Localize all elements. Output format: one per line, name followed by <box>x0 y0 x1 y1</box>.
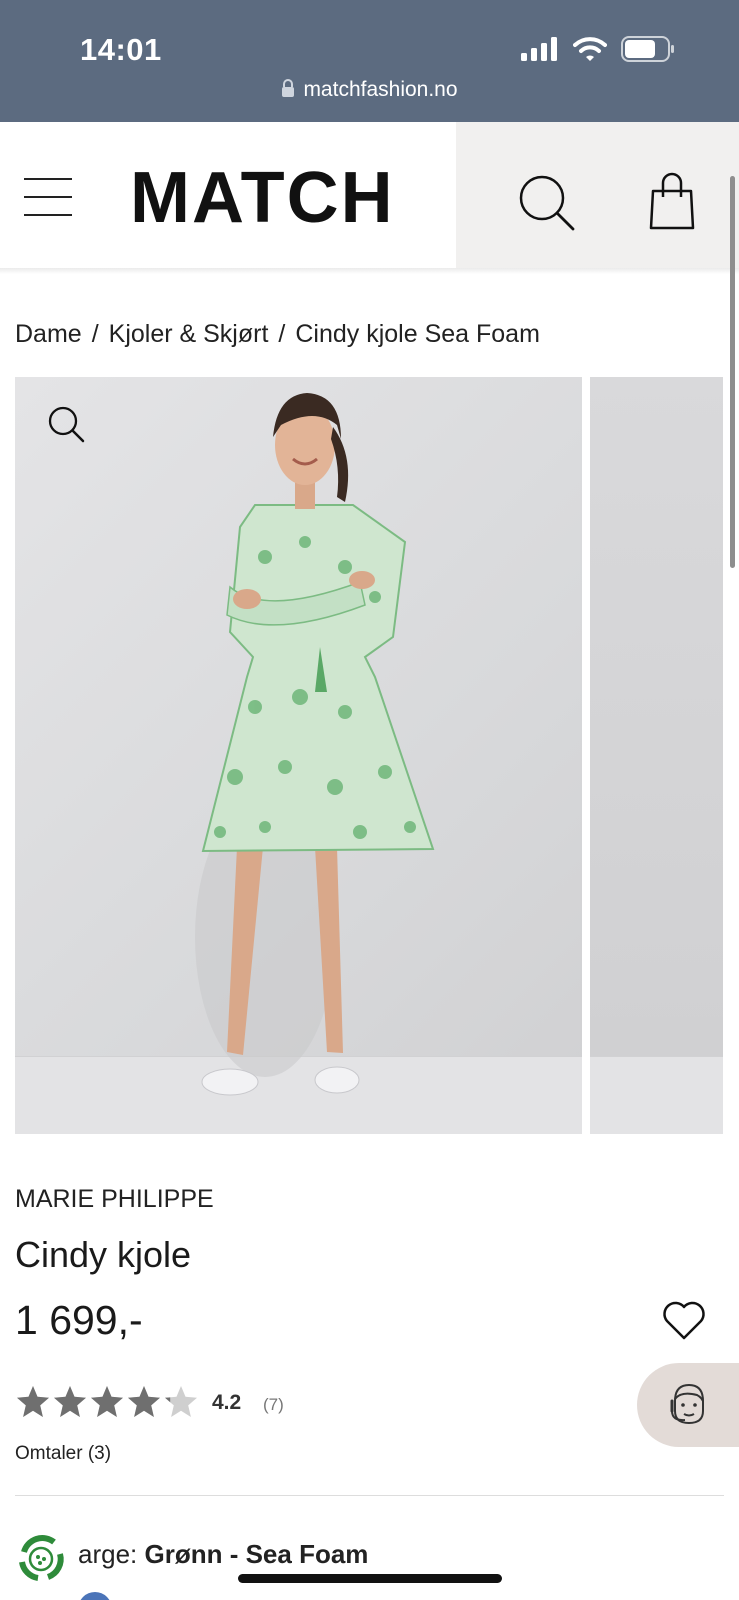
star-icon <box>17 1386 49 1417</box>
cart-button[interactable] <box>648 172 696 235</box>
url-text: matchfashion.no <box>303 78 458 101</box>
product-image-next[interactable] <box>590 377 723 1134</box>
browser-status-bar: 14:01 matchfashion.no <box>0 0 739 122</box>
zoom-icon[interactable] <box>47 405 87 445</box>
model-figure <box>195 393 435 1096</box>
product-brand[interactable]: MARIE PHILIPPE <box>15 1185 214 1214</box>
search-icon <box>519 175 575 231</box>
color-swatch[interactable] <box>78 1592 112 1600</box>
search-button[interactable] <box>518 174 576 237</box>
page-scrollbar[interactable] <box>730 176 735 568</box>
color-label: arge: <box>78 1539 138 1569</box>
image-floor <box>590 1056 723 1134</box>
breadcrumb-separator: / <box>91 320 99 348</box>
product-price: 1 699,- <box>15 1297 143 1343</box>
reviews-link[interactable]: Omtaler (3) <box>15 1443 111 1465</box>
support-agent-icon <box>670 1383 704 1425</box>
heart-icon <box>663 1301 705 1340</box>
breadcrumb-separator: / <box>278 320 286 348</box>
header-actions-area <box>456 122 739 272</box>
star-icon <box>165 1386 197 1417</box>
rating-value: 4.2 <box>212 1391 242 1414</box>
home-indicator[interactable] <box>238 1574 502 1583</box>
eco-badge[interactable] <box>14 1532 68 1586</box>
address-bar[interactable]: matchfashion.no <box>0 78 739 102</box>
color-value: Grønn - Sea Foam <box>144 1539 369 1569</box>
breadcrumb-item-category[interactable]: Kjoler & Skjørt <box>109 320 269 348</box>
site-logo[interactable]: MATCH <box>130 158 395 238</box>
section-divider <box>15 1495 724 1496</box>
breadcrumb: Dame / Kjoler & Skjørt / Cindy kjole Sea Foa… <box>15 320 540 349</box>
header-shadow <box>0 268 739 274</box>
rating-stars[interactable] <box>15 1384 199 1420</box>
recycle-icon <box>19 1535 64 1581</box>
status-time: 14:01 <box>80 32 162 67</box>
star-icon <box>91 1386 123 1417</box>
rating-count: (7) <box>263 1395 284 1414</box>
star-icon <box>54 1386 86 1417</box>
wifi-icon <box>573 37 607 61</box>
product-image-main[interactable] <box>15 377 582 1134</box>
color-selection-label: arge: Grønn - Sea Foam <box>78 1539 368 1570</box>
star-icon <box>128 1386 160 1417</box>
menu-icon[interactable] <box>24 178 72 216</box>
signal-icon <box>521 37 557 61</box>
shopping-bag-icon <box>649 172 695 230</box>
battery-icon <box>621 36 674 62</box>
lock-icon <box>282 79 295 97</box>
product-title: Cindy kjole <box>15 1234 192 1275</box>
breadcrumb-item-dame[interactable]: Dame <box>15 320 82 348</box>
customer-service-chat-button[interactable] <box>637 1363 739 1447</box>
system-icons <box>521 36 675 62</box>
wishlist-button[interactable] <box>662 1301 706 1346</box>
breadcrumb-item-current: Cindy kjole Sea Foam <box>295 320 540 348</box>
